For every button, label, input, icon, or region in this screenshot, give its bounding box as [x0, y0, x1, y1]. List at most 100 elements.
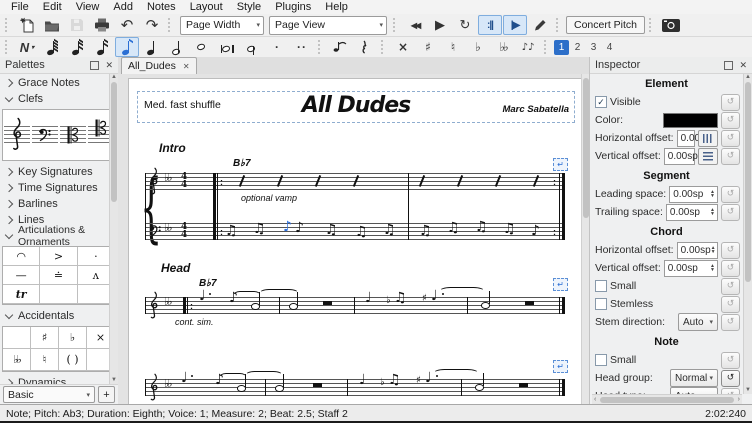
duration-longa-button[interactable] [240, 37, 264, 57]
treble-clef-icon[interactable] [148, 373, 160, 403]
double-flat-button[interactable]: ♭♭ [491, 37, 515, 57]
inspector-hscrollbar[interactable]: ‹ › [592, 394, 742, 404]
treble-clef-icon[interactable] [148, 291, 160, 321]
time-signature-bottom[interactable]: 4 [181, 231, 187, 239]
barline[interactable] [461, 379, 462, 396]
title-frame[interactable]: Med. fast shuffle All Dudes Marc Sabatel… [137, 91, 575, 123]
barline[interactable] [408, 173, 409, 240]
stemless-checkbox[interactable] [595, 298, 607, 310]
toolbar-handle[interactable] [544, 40, 550, 54]
chord-small-checkbox[interactable] [595, 280, 607, 292]
repeat-toggle-button[interactable]: :|| [478, 15, 502, 35]
palette-articulations[interactable]: Articulations & Ornaments [0, 227, 118, 243]
half-note[interactable] [481, 302, 490, 309]
palette-grace-notes[interactable]: Grace Notes [0, 74, 118, 90]
scroll-down-icon[interactable]: ▼ [110, 377, 118, 384]
cont-sim-text[interactable]: cont. sim. [175, 317, 214, 327]
duration-16th-button[interactable] [90, 37, 114, 57]
duration-32nd-button[interactable] [65, 37, 89, 57]
reset-button[interactable]: ↺ [721, 314, 740, 331]
tab-close-icon[interactable]: ✕ [183, 62, 190, 71]
h-offset-spinbox[interactable]: 0.00sp▲▼ [677, 130, 695, 147]
rewind-button[interactable]: ◀◀ [403, 15, 427, 35]
selected-note[interactable]: ♪ [283, 220, 292, 234]
rest-button[interactable] [353, 37, 377, 57]
note-glyph[interactable]: ♩ [181, 371, 188, 385]
flat-cell[interactable]: ♭ [59, 327, 87, 349]
new-score-button[interactable] [15, 15, 39, 35]
note-glyph[interactable]: ♪ [295, 221, 304, 235]
tie-button[interactable] [328, 37, 352, 57]
reset-button[interactable]: ↺ [721, 130, 740, 147]
menu-edit[interactable]: Edit [36, 1, 69, 13]
note-glyph[interactable]: ♫ [394, 291, 407, 305]
barline[interactable] [347, 379, 348, 396]
leading-space-spinbox[interactable]: 0.00sp▲▼ [669, 186, 718, 203]
duration-whole-button[interactable] [190, 37, 214, 57]
palette-accidentals[interactable]: Accidentals [0, 307, 118, 323]
flip-direction-button[interactable]: ♪♪ [516, 37, 540, 57]
half-note[interactable] [289, 303, 298, 310]
portato-cell[interactable]: ≐ [40, 266, 77, 285]
half-note[interactable] [275, 385, 284, 392]
scroll-left-icon[interactable]: ‹ [592, 396, 598, 403]
barline[interactable] [467, 297, 468, 314]
sharp-cell[interactable]: ♯ [31, 327, 59, 349]
score-page[interactable]: Med. fast shuffle All Dudes Marc Sabatel… [128, 78, 583, 404]
menu-file[interactable]: File [4, 1, 36, 13]
inspector-scrollbar[interactable]: ▲ ▼ [743, 74, 752, 394]
menu-add[interactable]: Add [106, 1, 140, 13]
half-note[interactable] [475, 384, 484, 391]
sharp-accidental[interactable]: ♯ [416, 375, 421, 386]
color-swatch[interactable] [663, 113, 718, 128]
line-break-icon[interactable]: ↵ [553, 278, 568, 291]
note-glyph[interactable]: ♩ [431, 289, 438, 303]
note-glyph[interactable]: ♩ [365, 291, 372, 305]
note-glyph[interactable]: ♩ [199, 289, 206, 303]
close-panel-icon[interactable]: ✕ [105, 60, 113, 71]
treble-clef-icon[interactable] [148, 167, 160, 197]
reset-button-active[interactable]: ↺ [721, 370, 740, 387]
parentheses-cell[interactable]: ( ) [59, 349, 87, 371]
reset-button[interactable]: ↺ [721, 278, 740, 295]
duration-breve-button[interactable] [215, 37, 239, 57]
scrollbar-thumb[interactable] [600, 397, 733, 403]
note-glyph[interactable]: ♫ [475, 220, 488, 234]
toolbar-handle[interactable] [168, 18, 174, 32]
palette-barlines[interactable]: Barlines [0, 195, 118, 211]
duration-quarter-button[interactable] [140, 37, 164, 57]
accent-cell[interactable]: > [40, 247, 77, 266]
toolbar-handle[interactable] [5, 18, 11, 32]
reset-button[interactable]: ↺ [721, 94, 740, 111]
palette-preset-select[interactable]: Basic ▾ [3, 386, 95, 403]
spin-arrows-icon[interactable]: ▲▼ [710, 190, 716, 198]
palette-clefs[interactable]: Clefs [0, 90, 118, 106]
menu-view[interactable]: View [69, 1, 107, 13]
line-break-icon[interactable]: ↵ [553, 158, 568, 171]
note-glyph[interactable]: ♫ [447, 221, 460, 235]
key-signature[interactable]: ♭♭ [164, 377, 170, 390]
print-button[interactable] [90, 15, 114, 35]
note-glyph[interactable]: ♫ [388, 373, 401, 387]
visible-checkbox[interactable]: ✓ [595, 96, 607, 108]
reset-button[interactable]: ↺ [721, 112, 740, 129]
trailing-space-spinbox[interactable]: 0.00sp▲▼ [666, 204, 718, 221]
note-glyph[interactable]: ♫ [355, 225, 368, 239]
alto-clef-cell[interactable] [59, 110, 87, 160]
reset-button[interactable]: ↺ [721, 296, 740, 313]
note-glyph[interactable]: ♫ [225, 224, 238, 238]
reset-button[interactable]: ↺ [721, 260, 740, 277]
start-repeat-barline[interactable] [213, 173, 216, 240]
voice-3-button[interactable]: 3 [586, 40, 601, 55]
palettes-scrollbar[interactable]: ▲ ▼ [109, 74, 118, 384]
end-repeat-barline[interactable] [562, 173, 565, 240]
start-repeat-barline[interactable] [183, 297, 186, 314]
menu-style[interactable]: Style [230, 1, 268, 13]
scrollbar-thumb[interactable] [111, 82, 117, 202]
half-note[interactable] [251, 303, 260, 310]
stem-direction-select[interactable]: Auto▾ [678, 313, 718, 331]
snap-vertical-button[interactable] [698, 148, 718, 165]
toolbar-handle[interactable] [5, 40, 11, 54]
redo-button[interactable]: ↷ [140, 15, 164, 35]
vamp-text[interactable]: optional vamp [241, 193, 297, 203]
